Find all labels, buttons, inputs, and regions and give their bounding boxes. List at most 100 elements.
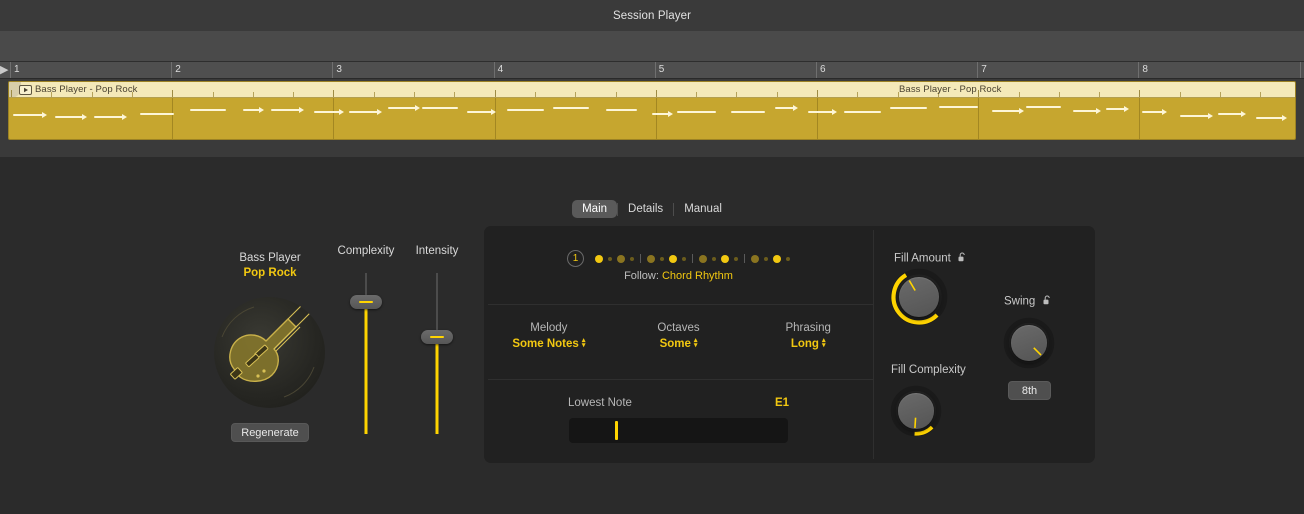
- playhead-icon[interactable]: ▶: [0, 62, 9, 79]
- fill-amount-knob[interactable]: [891, 269, 947, 325]
- region-barline: [656, 98, 657, 140]
- rhythm-dot[interactable]: [712, 257, 716, 261]
- midi-note[interactable]: [677, 111, 716, 113]
- midi-note[interactable]: [731, 111, 765, 113]
- midi-note[interactable]: [1026, 106, 1061, 108]
- track-area[interactable]: Bass Player - Pop Rock Bass Player - Pop…: [0, 79, 1304, 157]
- midi-note[interactable]: [422, 107, 458, 109]
- rhythm-pattern-row[interactable]: 1: [484, 250, 873, 267]
- midi-note[interactable]: [1073, 110, 1097, 112]
- follow-row[interactable]: Follow: Chord Rhythm: [484, 270, 873, 282]
- midi-note[interactable]: [1256, 117, 1283, 119]
- tab-main[interactable]: Main: [572, 200, 617, 218]
- midi-note[interactable]: [467, 111, 492, 113]
- midi-region[interactable]: Bass Player - Pop Rock Bass Player - Pop…: [8, 81, 1296, 140]
- swing-knob[interactable]: [1004, 318, 1054, 368]
- pattern-step-badge[interactable]: 1: [567, 250, 584, 267]
- lowest-note-slider[interactable]: [569, 418, 788, 443]
- midi-note[interactable]: [1180, 115, 1209, 117]
- fill-amount-label: Fill Amount: [894, 252, 967, 265]
- midi-note[interactable]: [808, 111, 833, 113]
- ruler-bar-2: 2: [171, 62, 181, 79]
- rhythm-dot[interactable]: [764, 257, 768, 261]
- tab-details[interactable]: Details: [618, 200, 673, 218]
- rhythm-dot[interactable]: [786, 257, 790, 261]
- midi-note[interactable]: [652, 113, 669, 115]
- regenerate-label: Regenerate: [241, 427, 299, 439]
- swing-knob-cap[interactable]: [1011, 325, 1047, 361]
- param-octaves-value[interactable]: Some▴▾: [614, 338, 744, 350]
- main-parameter-row: MelodySome Notes▴▾OctavesSome▴▾PhrasingL…: [484, 322, 873, 350]
- complexity-slider-fill: [365, 302, 368, 434]
- player-style-name: Pop Rock: [200, 267, 340, 279]
- midi-note[interactable]: [1106, 108, 1125, 110]
- midi-note[interactable]: [140, 113, 174, 115]
- midi-note[interactable]: [775, 107, 794, 109]
- midi-note[interactable]: [314, 111, 340, 113]
- intensity-slider-track[interactable]: [437, 273, 438, 434]
- bar-ruler[interactable]: ▶ 123456789: [0, 62, 1304, 79]
- rhythm-dot[interactable]: [669, 255, 677, 263]
- rhythm-dot[interactable]: [699, 255, 707, 263]
- intensity-slider-thumb[interactable]: [421, 330, 453, 344]
- stepper-icon[interactable]: ▴▾: [822, 339, 826, 348]
- complexity-slider-thumb[interactable]: [350, 295, 382, 309]
- midi-note[interactable]: [844, 111, 881, 113]
- midi-note[interactable]: [606, 109, 637, 111]
- midi-note[interactable]: [553, 107, 589, 109]
- rhythm-dot-separator: [692, 254, 693, 263]
- swing-rate-button[interactable]: 8th: [1008, 381, 1051, 400]
- rhythm-dot[interactable]: [734, 257, 738, 261]
- rhythm-dot[interactable]: [751, 255, 759, 263]
- unlock-icon[interactable]: [958, 252, 967, 265]
- unlock-icon[interactable]: [1043, 295, 1052, 308]
- fill-complexity-knob-cap[interactable]: [898, 393, 934, 429]
- complexity-slider[interactable]: Complexity: [326, 245, 406, 257]
- intensity-slider[interactable]: Intensity: [397, 245, 477, 257]
- param-phrasing-value[interactable]: Long▴▾: [743, 338, 873, 350]
- midi-note[interactable]: [1142, 111, 1163, 113]
- region-barline: [172, 98, 173, 140]
- midi-note[interactable]: [890, 107, 927, 109]
- rhythm-dot[interactable]: [682, 257, 686, 261]
- rhythm-dot[interactable]: [608, 257, 612, 261]
- midi-note[interactable]: [243, 109, 260, 111]
- bass-guitar-icon[interactable]: [214, 297, 325, 408]
- rhythm-dot[interactable]: [647, 255, 655, 263]
- region-barline: [333, 98, 334, 140]
- rhythm-dots[interactable]: [595, 254, 790, 263]
- tab-manual[interactable]: Manual: [674, 200, 732, 218]
- param-phrasing: PhrasingLong▴▾: [743, 322, 873, 350]
- stepper-icon[interactable]: ▴▾: [582, 339, 586, 348]
- param-melody-value[interactable]: Some Notes▴▾: [484, 338, 614, 350]
- midi-note[interactable]: [94, 116, 123, 118]
- midi-note[interactable]: [507, 109, 544, 111]
- midi-note[interactable]: [388, 107, 416, 109]
- region-note-content[interactable]: [9, 98, 1295, 140]
- swing-rate-label: 8th: [1022, 385, 1037, 397]
- regenerate-button[interactable]: Regenerate: [231, 423, 309, 442]
- midi-note[interactable]: [1218, 113, 1242, 115]
- rhythm-dot[interactable]: [660, 257, 664, 261]
- region-header[interactable]: Bass Player - Pop Rock Bass Player - Pop…: [9, 82, 1295, 98]
- rhythm-dot[interactable]: [773, 255, 781, 263]
- midi-note[interactable]: [13, 114, 43, 116]
- fill-complexity-knob[interactable]: [891, 386, 941, 436]
- main-settings-panel: 1 Follow: Chord Rhythm MelodySome Notes▴…: [484, 226, 1095, 463]
- rhythm-dot[interactable]: [630, 257, 634, 261]
- midi-note[interactable]: [190, 109, 226, 111]
- fill-amount-knob-cap[interactable]: [899, 277, 939, 317]
- region-play-icon[interactable]: [19, 85, 32, 95]
- midi-note[interactable]: [939, 106, 978, 108]
- stepper-icon[interactable]: ▴▾: [694, 339, 698, 348]
- midi-note[interactable]: [349, 111, 378, 113]
- follow-value[interactable]: Chord Rhythm: [662, 270, 733, 282]
- midi-note[interactable]: [55, 116, 83, 118]
- rhythm-dot[interactable]: [617, 255, 625, 263]
- rhythm-dot[interactable]: [595, 255, 603, 263]
- midi-note[interactable]: [271, 109, 300, 111]
- lowest-note-marker[interactable]: [615, 421, 618, 440]
- rhythm-dot[interactable]: [721, 255, 729, 263]
- player-tab-bar: MainDetailsManual: [0, 200, 1304, 218]
- midi-note[interactable]: [992, 110, 1020, 112]
